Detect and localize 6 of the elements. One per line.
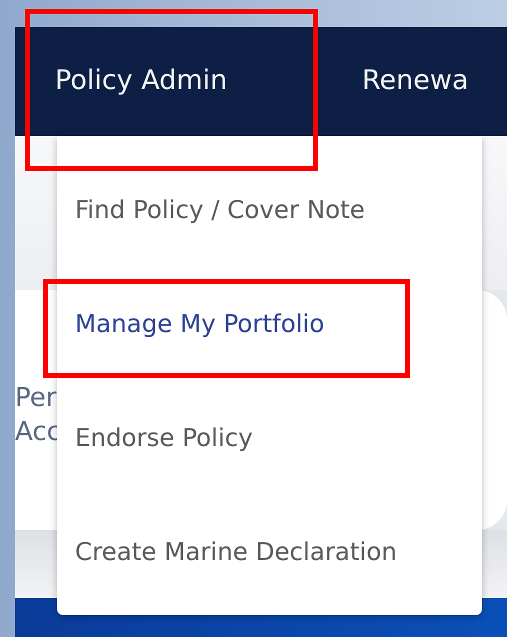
- menu-item[interactable]: Find Policy / Cover Note: [57, 153, 482, 267]
- menu-item[interactable]: Create Marine Declaration: [57, 495, 482, 609]
- card-text: Per: [15, 382, 56, 415]
- nav-link[interactable]: Renewa: [318, 27, 469, 136]
- nav-link[interactable]: Policy Admin: [25, 27, 318, 136]
- menu-item[interactable]: Manage My Portfolio: [57, 267, 482, 381]
